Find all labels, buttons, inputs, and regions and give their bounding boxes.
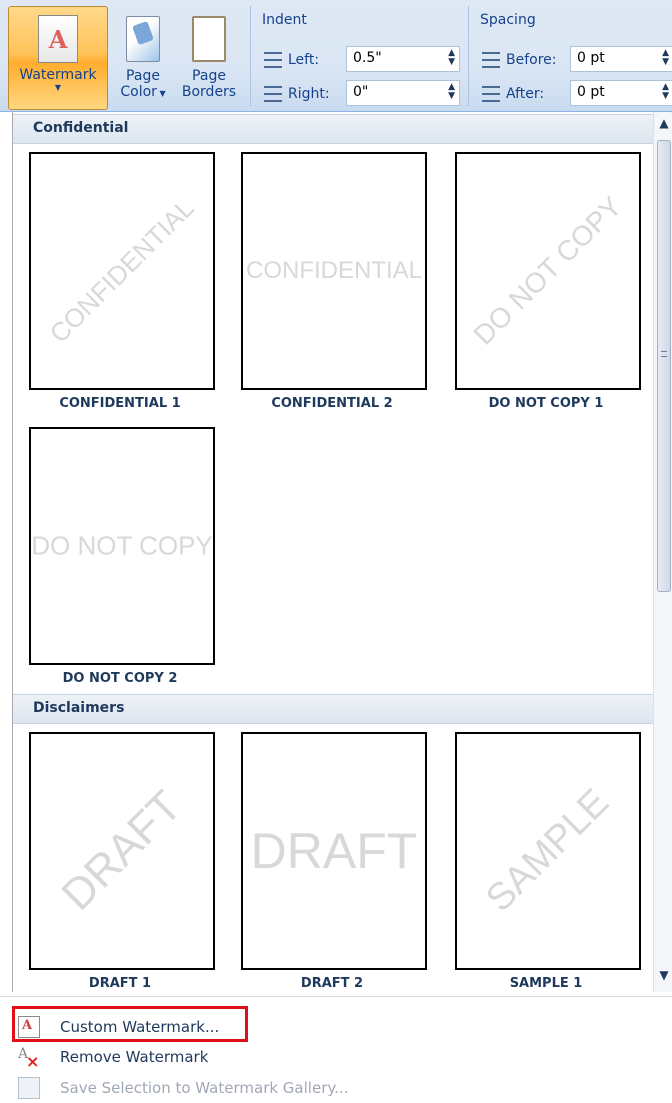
- save-selection-menu-item: Save Selection to Watermark Gallery...: [12, 1072, 672, 1103]
- watermark-icon: A: [38, 15, 78, 63]
- spacing-after-value: 0 pt: [577, 84, 605, 100]
- gallery-item-draft-2[interactable]: DRAFT DRAFT 2: [237, 732, 427, 1002]
- indent-right-icon: [264, 86, 282, 102]
- category-header-disclaimers: Disclaimers: [13, 694, 653, 724]
- watermark-preview: SAMPLE: [478, 781, 618, 921]
- page-color-label-1: Page: [126, 68, 160, 84]
- indent-right-spinner[interactable]: 0" ▲ ▼: [346, 80, 460, 106]
- thumbnail-caption: CONFIDENTIAL 1: [59, 396, 181, 411]
- spacing-after-label-row: After:: [482, 82, 544, 106]
- thumbnail-caption: DRAFT 2: [300, 976, 364, 991]
- spacing-after-spinner[interactable]: 0 pt ▲ ▼: [570, 80, 672, 106]
- remove-watermark-menu-item[interactable]: A × Remove Watermark: [12, 1041, 672, 1073]
- highlight-box: [12, 1006, 248, 1042]
- remove-watermark-label: Remove Watermark: [60, 1048, 209, 1066]
- dropdown-arrow-icon: ▼: [54, 83, 62, 92]
- scroll-down-arrow-icon[interactable]: ▼: [654, 968, 672, 988]
- gallery-item-confidential-2[interactable]: CONFIDENTIAL CONFIDENTIAL 2: [237, 152, 427, 422]
- gallery-item-confidential-1[interactable]: CONFIDENTIAL CONFIDENTIAL 1: [25, 152, 215, 422]
- gallery-scrollbar[interactable]: ▲ ▼: [653, 112, 672, 992]
- page-thumbnail: CONFIDENTIAL: [29, 152, 215, 390]
- watermark-preview: DRAFT: [250, 823, 418, 879]
- spacing-before-label: Before:: [506, 52, 557, 68]
- spinner-arrows-icon[interactable]: ▲ ▼: [448, 49, 455, 67]
- scroll-up-arrow-icon[interactable]: ▲: [654, 116, 672, 136]
- watermark-preview: CONFIDENTIAL: [43, 192, 200, 349]
- page-borders-label-1: Page: [192, 68, 226, 84]
- indent-left-icon: [264, 52, 282, 68]
- indent-right-value: 0": [353, 84, 369, 100]
- group-separator: [468, 6, 469, 106]
- indent-left-label: Left:: [288, 52, 320, 68]
- group-separator: [250, 6, 251, 106]
- page-color-label-2: Color: [120, 84, 157, 100]
- watermark-gallery: Confidential CONFIDENTIAL CONFIDENTIAL 1…: [12, 112, 672, 992]
- thumbnail-caption: DO NOT COPY 2: [62, 671, 178, 686]
- spacing-before-spinner[interactable]: 0 pt ▲ ▼: [570, 46, 672, 72]
- page-thumbnail: DRAFT: [241, 732, 427, 970]
- spacing-before-label-row: Before:: [482, 48, 557, 72]
- spacing-before-value: 0 pt: [577, 50, 605, 66]
- thumbnail-caption: DRAFT 1: [88, 976, 152, 991]
- indent-right-label: Right:: [288, 86, 330, 102]
- spacing-before-icon: [482, 52, 500, 68]
- page-color-button[interactable]: Page Color ▼: [112, 6, 174, 110]
- thumbnail-caption: DO NOT COPY 1: [488, 396, 604, 411]
- dropdown-arrow-icon: ▼: [156, 89, 166, 98]
- spinner-arrows-icon[interactable]: ▲ ▼: [662, 83, 669, 101]
- page-border-icon: [192, 16, 226, 62]
- indent-left-value: 0.5": [353, 50, 382, 66]
- indent-group-title: Indent: [262, 12, 307, 28]
- spacing-after-icon: [482, 86, 500, 102]
- spacing-group-title: Spacing: [480, 12, 536, 28]
- gallery-item-draft-1[interactable]: DRAFT DRAFT 1: [25, 732, 215, 1002]
- watermark-preview: DRAFT: [52, 781, 191, 920]
- spinner-arrows-icon[interactable]: ▲ ▼: [448, 83, 455, 101]
- gallery-item-do-not-copy-1[interactable]: DO NOT COPY DO NOT COPY 1: [451, 152, 641, 422]
- thumbnail-caption: CONFIDENTIAL 2: [271, 396, 393, 411]
- save-selection-label: Save Selection to Watermark Gallery...: [60, 1079, 349, 1097]
- paint-bucket-icon: [126, 16, 160, 62]
- category-header-confidential: Confidential: [13, 114, 653, 144]
- page-thumbnail: SAMPLE: [455, 732, 641, 970]
- page-thumbnail: DO NOT COPY: [455, 152, 641, 390]
- watermark-preview: CONFIDENTIAL: [245, 257, 423, 284]
- indent-left-spinner[interactable]: 0.5" ▲ ▼: [346, 46, 460, 72]
- thumbnail-caption: SAMPLE 1: [509, 976, 583, 991]
- page-thumbnail: DRAFT: [29, 732, 215, 970]
- spinner-arrows-icon[interactable]: ▲ ▼: [662, 49, 669, 67]
- indent-right-label-row: Right:: [264, 82, 330, 106]
- watermark-preview: DO NOT COPY: [31, 530, 213, 561]
- watermark-button[interactable]: A Watermark ▼: [8, 6, 108, 110]
- gallery-item-do-not-copy-2[interactable]: DO NOT COPY DO NOT COPY 2: [25, 427, 215, 697]
- page-thumbnail: DO NOT COPY: [29, 427, 215, 665]
- scrollbar-thumb[interactable]: [657, 140, 671, 592]
- watermark-label: Watermark: [19, 67, 97, 83]
- page-borders-label-2: Borders: [181, 84, 237, 100]
- gallery-item-sample-1[interactable]: SAMPLE SAMPLE 1: [451, 732, 641, 1002]
- page-thumbnail: CONFIDENTIAL: [241, 152, 427, 390]
- indent-left-label-row: Left:: [264, 48, 319, 72]
- ribbon: A Watermark ▼ Page Color ▼ Page Borders …: [0, 0, 672, 112]
- watermark-preview: DO NOT COPY: [467, 190, 628, 351]
- remove-watermark-icon: A ×: [18, 1046, 40, 1071]
- page-borders-button[interactable]: Page Borders: [178, 6, 240, 110]
- spacing-after-label: After:: [506, 86, 545, 102]
- grip-icon: [661, 351, 667, 357]
- save-to-gallery-icon: [18, 1077, 40, 1099]
